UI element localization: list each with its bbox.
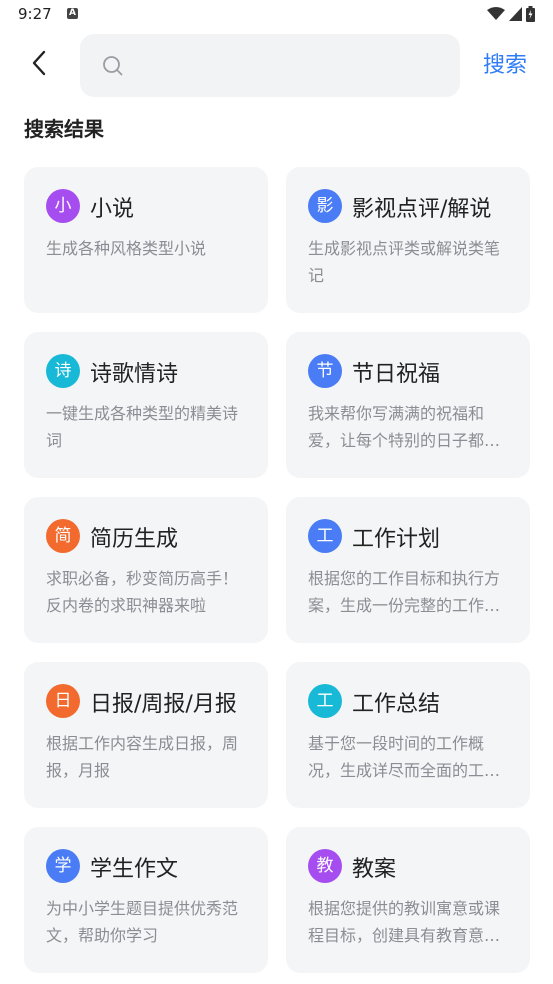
card-description: 根据您提供的教训寓意或课程目标，创建具有教育意义的教案 bbox=[308, 899, 501, 945]
card-description: 为中小学生题目提供优秀范文，帮助你学习 bbox=[46, 899, 239, 945]
card-title: 节日祝福 bbox=[352, 362, 441, 387]
status-bar: 9:27 A bbox=[0, 0, 553, 30]
card-title: 日报/周报/月报 bbox=[90, 692, 237, 717]
card-description: 一键生成各种类型的精美诗词 bbox=[46, 404, 239, 450]
card-badge-icon: 工 bbox=[308, 684, 342, 718]
back-button[interactable] bbox=[22, 44, 56, 82]
search-box[interactable] bbox=[80, 34, 460, 97]
status-time: 9:27 bbox=[18, 5, 52, 23]
search-icon bbox=[103, 56, 123, 76]
card-badge-icon: 节 bbox=[308, 354, 342, 388]
card-badge-icon: 诗 bbox=[46, 354, 80, 388]
card-title: 诗歌情诗 bbox=[90, 362, 179, 387]
card-description: 根据工作内容生成日报，周报，月报 bbox=[46, 734, 239, 780]
card-film-review[interactable]: 影 影视点评/解说 生成影视点评类或解说类笔记 bbox=[286, 167, 530, 313]
card-badge-icon: 影 bbox=[308, 189, 342, 223]
search-input[interactable] bbox=[132, 34, 442, 97]
card-description: 求职必备，秒变简历高手！反内卷的求职神器来啦 bbox=[46, 569, 239, 615]
battery-icon bbox=[526, 6, 535, 22]
card-poetry[interactable]: 诗 诗歌情诗 一键生成各种类型的精美诗词 bbox=[24, 332, 268, 478]
wifi-icon bbox=[487, 7, 505, 20]
card-badge-icon: 教 bbox=[308, 849, 342, 883]
card-title: 学生作文 bbox=[90, 857, 179, 882]
card-description: 基于您一段时间的工作概况，生成详尽而全面的工作总结 bbox=[308, 734, 501, 780]
card-badge-icon: 工 bbox=[308, 519, 342, 553]
search-button[interactable]: 搜索 bbox=[483, 47, 527, 79]
card-badge-icon: 日 bbox=[46, 684, 80, 718]
card-holiday-wishes[interactable]: 节 节日祝福 我来帮你写满满的祝福和爱，让每个特别的日子都充满温暖 bbox=[286, 332, 530, 478]
card-student-essay[interactable]: 学 学生作文 为中小学生题目提供优秀范文，帮助你学习 bbox=[24, 827, 268, 973]
signal-icon bbox=[509, 7, 522, 21]
chevron-left-icon bbox=[32, 50, 46, 76]
card-badge-icon: 简 bbox=[46, 519, 80, 553]
section-title: 搜索结果 bbox=[24, 117, 104, 141]
card-report[interactable]: 日 日报/周报/月报 根据工作内容生成日报，周报，月报 bbox=[24, 662, 268, 808]
card-title: 工作计划 bbox=[352, 527, 441, 552]
card-description: 生成影视点评类或解说类笔记 bbox=[308, 239, 501, 285]
card-title: 工作总结 bbox=[352, 692, 441, 717]
card-work-plan[interactable]: 工 工作计划 根据您的工作目标和执行方案，生成一份完整的工作计划 bbox=[286, 497, 530, 643]
card-lesson-plan[interactable]: 教 教案 根据您提供的教训寓意或课程目标，创建具有教育意义的教案 bbox=[286, 827, 530, 973]
card-title: 教案 bbox=[352, 857, 397, 882]
card-badge-icon: 学 bbox=[46, 849, 80, 883]
status-icons bbox=[487, 6, 535, 22]
card-description: 生成各种风格类型小说 bbox=[46, 239, 207, 258]
card-description: 我来帮你写满满的祝福和爱，让每个特别的日子都充满温暖 bbox=[308, 404, 501, 450]
card-work-summary[interactable]: 工 工作总结 基于您一段时间的工作概况，生成详尽而全面的工作总结 bbox=[286, 662, 530, 808]
card-description: 根据您的工作目标和执行方案，生成一份完整的工作计划 bbox=[308, 569, 501, 615]
card-badge-icon: 小 bbox=[46, 189, 80, 223]
card-title: 简历生成 bbox=[90, 527, 179, 552]
card-novel[interactable]: 小 小说 生成各种风格类型小说 bbox=[24, 167, 268, 313]
card-title: 影视点评/解说 bbox=[352, 197, 492, 222]
notification-icon: A bbox=[67, 8, 78, 19]
card-title: 小说 bbox=[90, 197, 135, 222]
card-resume[interactable]: 简 简历生成 求职必备，秒变简历高手！反内卷的求职神器来啦 bbox=[24, 497, 268, 643]
